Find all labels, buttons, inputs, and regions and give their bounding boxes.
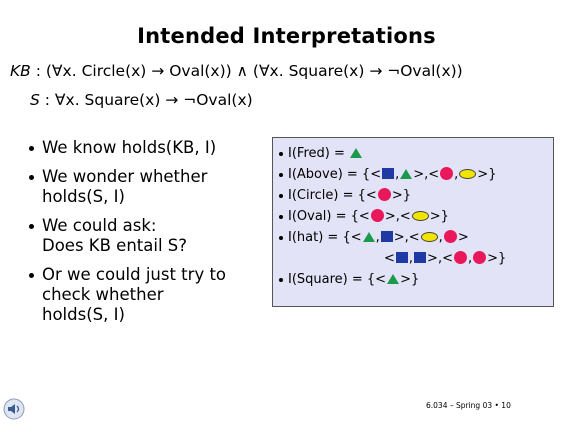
interpretation-label: I(Circle) = {< <box>288 188 377 203</box>
interpretation-punct: >,< <box>413 167 440 182</box>
bullet-line: holds(S, I) <box>42 187 125 206</box>
interpretation-punct: , <box>467 251 473 266</box>
interpretation-punct: >,< <box>393 230 420 245</box>
slide-title: Intended Interpretations <box>137 24 436 48</box>
interpretation-punct: >} <box>391 188 411 203</box>
interpretation-row: I(Oval) = {< >,< >} <box>279 206 549 227</box>
circle-shape <box>443 230 457 243</box>
kb-label: KB <box>10 62 31 80</box>
interpretation-label: I(hat) = {< <box>288 230 362 245</box>
circle-shape <box>440 167 454 180</box>
interpretation-punct: >} <box>487 251 507 266</box>
interpretation-label: < <box>384 251 395 266</box>
interpretation-punct: > <box>457 230 469 245</box>
bullet-dot <box>279 152 283 156</box>
interpretation-label: I(Above) = {< <box>288 167 382 182</box>
square-shape <box>382 168 395 179</box>
interpretation-punct: >} <box>477 167 497 182</box>
bullet-dot <box>279 194 283 198</box>
interpretation-row: <, >,<, >} <box>279 248 549 269</box>
bullet-line: Or we could just try to <box>42 265 227 284</box>
s-body: : ∀x. Square(x) → ¬Oval(x) <box>39 91 253 109</box>
interpretation-row: I(Above) = {<, >,<, >} <box>279 164 549 185</box>
interpretation-label: I(Fred) = <box>288 146 349 161</box>
circle-shape <box>370 209 384 222</box>
interpretation-punct: >} <box>400 272 420 287</box>
oval-shape <box>459 168 477 179</box>
interpretation-punct: , <box>375 230 380 245</box>
interpretation-punct: >,< <box>384 209 411 224</box>
interpretation-row: I(Square) = {< >} <box>279 269 549 290</box>
interpretation-punct: >} <box>429 209 449 224</box>
bullet-line: holds(S, I) <box>42 305 125 324</box>
bullet-line: We know holds(KB, I) <box>42 138 217 157</box>
oval-shape <box>420 231 438 242</box>
interpretation-punct: , <box>408 251 414 266</box>
circle-shape <box>453 251 467 264</box>
square-shape <box>414 252 427 263</box>
square-shape <box>395 252 408 263</box>
interpretation-label: I(Oval) = {< <box>288 209 370 224</box>
s-label: S <box>30 91 40 109</box>
bullet-line: check whether <box>42 285 164 304</box>
triangle-shape <box>387 273 400 284</box>
bullet-item: Or we could just try to check whether ho… <box>28 265 268 325</box>
interpretation-punct: , <box>395 167 400 182</box>
bullet-dot <box>279 173 283 177</box>
bullet-item: We know holds(KB, I) <box>28 138 268 158</box>
bullet-line: Does KB entail S? <box>42 236 188 255</box>
bullet-dot <box>279 278 283 282</box>
bullet-dot <box>279 215 283 219</box>
circle-shape <box>473 251 487 264</box>
bullet-line: We wonder whether <box>42 167 208 186</box>
interpretation-label: I(Square) = {< <box>288 272 387 287</box>
s-formula: S : ∀x. Square(x) → ¬Oval(x) <box>30 91 253 109</box>
interpretation-row: I(hat) = {<, >,<, > <box>279 227 549 248</box>
bullet-item: We could ask: Does KB entail S? <box>28 216 268 256</box>
interpretation-row: I(Fred) = <box>279 143 549 164</box>
interpretation-row: I(Circle) = {< >} <box>279 185 549 206</box>
triangle-shape <box>362 231 375 242</box>
interpretation-punct: , <box>438 230 443 245</box>
square-shape <box>380 231 393 242</box>
speaker-icon[interactable] <box>3 398 25 420</box>
slide-footer: 6.034 – Spring 03 • 10 <box>426 401 511 410</box>
kb-body: : (∀x. Circle(x) → Oval(x)) ∧ (∀x. Squar… <box>30 62 463 80</box>
slide: Intended Interpretations KB : (∀x. Circl… <box>0 0 573 431</box>
bullet-dot <box>279 236 283 240</box>
interpretation-punct: , <box>454 167 459 182</box>
circle-shape <box>377 188 391 201</box>
interpretation-punct: >,< <box>427 251 453 266</box>
bullet-list: We know holds(KB, I) We wonder whether h… <box>28 138 268 334</box>
triangle-shape <box>349 147 362 158</box>
bullet-line: We could ask: <box>42 216 157 235</box>
kb-formula: KB : (∀x. Circle(x) → Oval(x)) ∧ (∀x. Sq… <box>10 62 463 80</box>
triangle-shape <box>400 168 413 179</box>
interpretation-box: I(Fred) = I(Above) = {<, >,<, >} I(Circle) … <box>272 137 554 307</box>
oval-shape <box>411 210 429 221</box>
bullet-item: We wonder whether holds(S, I) <box>28 167 268 207</box>
